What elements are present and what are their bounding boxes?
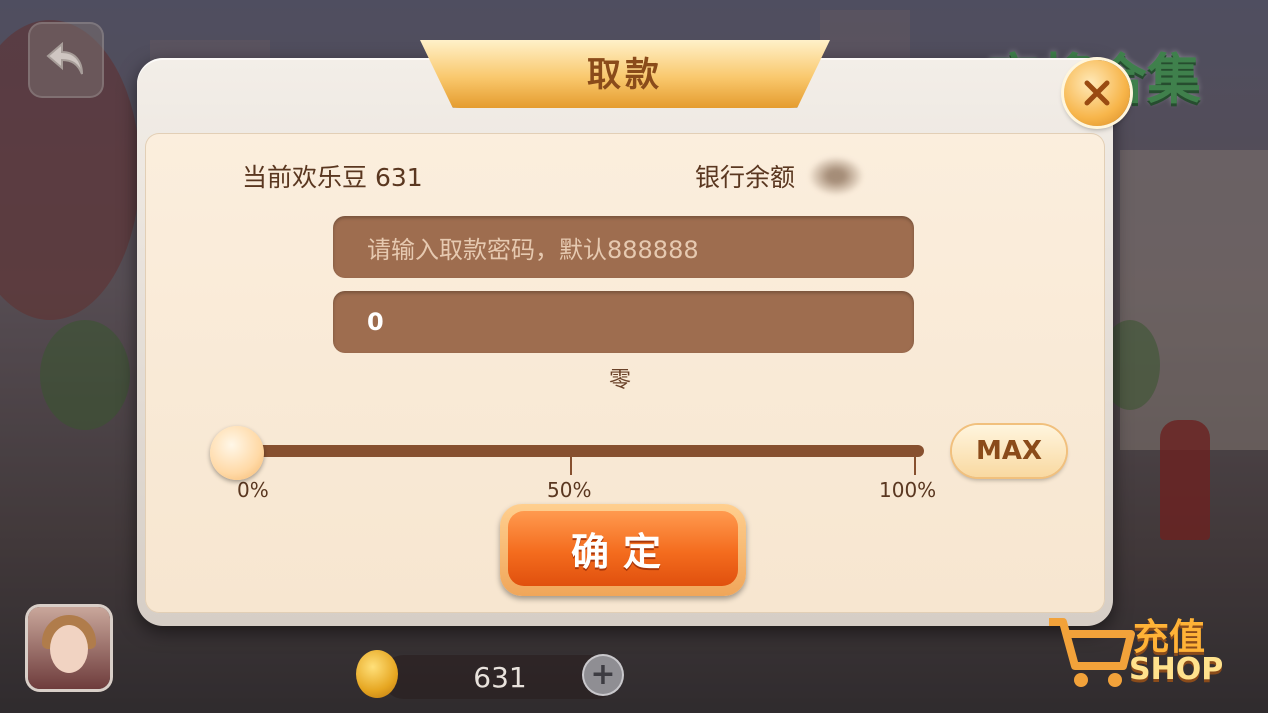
password-input[interactable]: 请输入取款密码，默认888888 (333, 216, 914, 278)
close-icon (1084, 80, 1110, 106)
current-beans-value: 631 (374, 163, 423, 192)
slider-tick-label-50: 50% (547, 478, 592, 502)
shopping-cart-icon (1049, 618, 1135, 687)
amount-slider-track[interactable] (232, 445, 924, 457)
bank-balance-label: 银行余额 (695, 163, 796, 192)
confirm-button[interactable]: 确定 (500, 504, 746, 596)
bank-balance-value-obscured (808, 156, 864, 196)
close-button[interactable] (1064, 60, 1130, 126)
current-beans-label: 当前欢乐豆 (242, 163, 368, 192)
slider-tick-50 (570, 457, 572, 475)
amount-chinese-numeral: 零 (608, 368, 631, 393)
amount-slider-handle[interactable] (210, 426, 264, 480)
slider-tick-label-100: 100% (879, 478, 937, 502)
dialog-title: 取款 (587, 54, 663, 95)
amount-input[interactable]: 0 (333, 291, 914, 353)
coin-icon (356, 650, 398, 698)
current-beans-info: 当前欢乐豆 631 (242, 160, 423, 196)
max-button[interactable]: MAX (952, 425, 1066, 477)
shop-button[interactable]: 充值 SHOP (1045, 600, 1235, 695)
shop-label-en: SHOP (1129, 652, 1224, 687)
slider-tick-label-0: 0% (237, 478, 269, 502)
password-placeholder: 请输入取款密码，默认888888 (367, 235, 699, 264)
slider-tick-100 (914, 457, 916, 475)
coin-balance-bar: 631 (382, 655, 618, 699)
back-button[interactable] (28, 22, 104, 98)
confirm-label: 确定 (508, 511, 738, 586)
plus-icon: + (590, 657, 616, 692)
avatar[interactable] (28, 607, 110, 689)
back-arrow-icon (46, 41, 83, 75)
amount-value: 0 (367, 308, 384, 336)
coin-balance: 631 (473, 660, 527, 694)
dialog-title-ribbon: 取款 (420, 40, 830, 108)
add-coins-button[interactable]: + (584, 656, 622, 694)
